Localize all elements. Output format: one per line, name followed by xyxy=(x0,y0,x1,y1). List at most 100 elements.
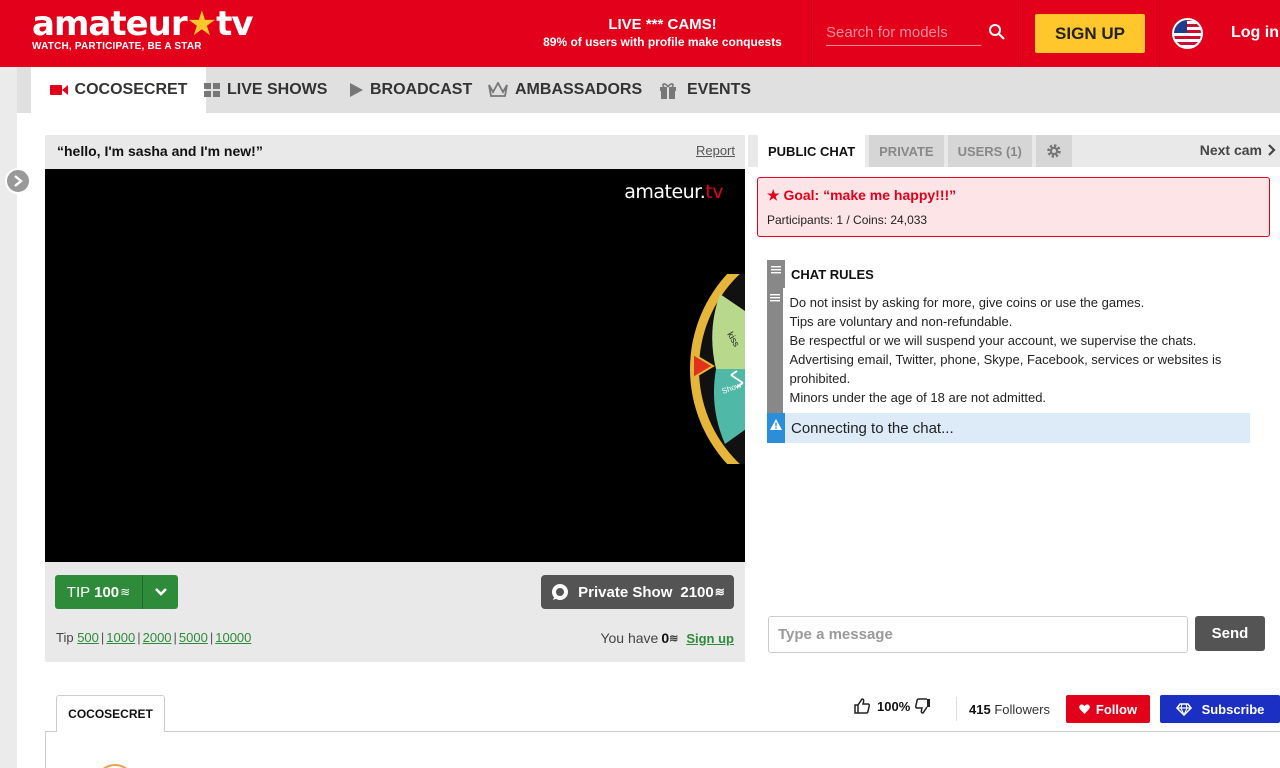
thumbs-up-icon[interactable] xyxy=(853,697,871,715)
chat-rules-title: CHAT RULES xyxy=(791,266,874,282)
chat-tabs: PUBLIC CHAT PRIVATE USERS (1) xyxy=(758,135,1076,167)
followers-number: 415 xyxy=(969,702,991,717)
nav-label: LIVE SHOWS xyxy=(227,81,328,98)
nav-tab-events[interactable]: EVENTS xyxy=(659,67,751,113)
private-show-price: 2100 xyxy=(680,583,714,601)
video-watermark: amateur.tv xyxy=(624,181,723,203)
rule-line: Advertising email, Twitter, phone, Skype… xyxy=(789,352,1222,386)
quick-tip-1000[interactable]: 1000 xyxy=(106,630,135,645)
rating-block: 100% xyxy=(853,697,932,715)
next-cam-link[interactable]: Next cam xyxy=(1200,142,1278,158)
subscribe-label: Subscribe xyxy=(1201,701,1265,717)
login-link[interactable]: Log in xyxy=(1231,24,1279,42)
nav-label: EVENTS xyxy=(687,81,752,98)
prize-wheel[interactable]: kiss Show xyxy=(685,274,745,464)
connecting-notice: Connecting to the chat... xyxy=(767,413,1250,443)
goal-stats: Participants: 1 / Coins: 24,033 xyxy=(767,213,928,227)
tip-label: TIP xyxy=(66,583,91,601)
video-player[interactable]: amateur.tv kiss Show xyxy=(45,169,745,562)
player-panel: “hello, I'm sasha and I'm new!” Report a… xyxy=(45,135,745,662)
send-button[interactable]: Send xyxy=(1195,616,1265,651)
quick-tip-5000[interactable]: 5000 xyxy=(179,630,208,645)
quick-tip-10000[interactable]: 10000 xyxy=(215,630,251,645)
profile-tab[interactable]: COCOSECRET xyxy=(56,695,165,732)
tab-users[interactable]: USERS (1) xyxy=(947,135,1032,167)
stream-title: “hello, I'm sasha and I'm new!” xyxy=(57,143,263,159)
stats-divider xyxy=(956,697,957,721)
crown-icon xyxy=(488,82,508,98)
search-icon[interactable] xyxy=(988,23,1006,41)
tip-dropdown-button[interactable] xyxy=(142,575,178,609)
nav-tab-cocosecret[interactable]: COCOSECRET xyxy=(31,67,206,113)
followers-count: 415 Followers xyxy=(969,702,1050,717)
rule-line: Tips are voluntary and non-refundable. xyxy=(789,314,1013,329)
subscribe-button[interactable]: Subscribe xyxy=(1160,695,1280,723)
promo-subtitle: 89% of users with profile make conquests xyxy=(543,35,782,49)
grid-icon xyxy=(204,83,220,97)
list-icon xyxy=(767,288,784,413)
quick-tip-2000[interactable]: 2000 xyxy=(143,630,172,645)
site-logo[interactable]: amateur★tv WATCH, PARTICIPATE, BE A STAR xyxy=(32,4,254,52)
nav-label: BROADCAST xyxy=(370,81,473,98)
nav-tab-broadcast[interactable]: BROADCAST xyxy=(350,67,472,113)
left-gutter xyxy=(0,113,17,768)
sidebar-toggle-button[interactable] xyxy=(5,168,31,194)
coin-balance-value: 0 xyxy=(661,630,670,646)
heart-icon xyxy=(1079,704,1090,714)
chat-messages-area: ★ Goal: “make me happy!!!” Participants:… xyxy=(748,167,1280,662)
coin-icon: ≋ xyxy=(669,632,679,645)
chat-panel: PUBLIC CHAT PRIVATE USERS (1) Next cam ★… xyxy=(748,135,1280,662)
tab-private[interactable]: PRIVATE xyxy=(869,135,944,167)
goal-title: ★ Goal: “make me happy!!!” xyxy=(767,187,957,203)
chat-rules-text: Do not insist by asking for more, give c… xyxy=(783,288,1250,413)
top-header: amateur★tv WATCH, PARTICIPATE, BE A STAR… xyxy=(0,0,1280,67)
tip-button[interactable]: TIP 100 ≋ xyxy=(55,575,142,609)
coin-balance: You have 0 ≋ Sign up xyxy=(600,630,734,646)
signup-button[interactable]: SIGN UP xyxy=(1035,14,1145,53)
coin-icon: ≋ xyxy=(714,585,725,599)
logo-text: amateur★tv xyxy=(32,4,254,44)
search-box xyxy=(811,0,1021,67)
goal-box: ★ Goal: “make me happy!!!” Participants:… xyxy=(757,177,1270,237)
chat-settings-button[interactable] xyxy=(1035,135,1072,167)
report-link[interactable]: Report xyxy=(696,143,735,158)
private-show-label: Private Show xyxy=(578,583,673,601)
promo-banner[interactable]: LIVE *** CAMS! 89% of users with profile… xyxy=(520,16,805,49)
camera-icon xyxy=(49,84,68,96)
follow-label: Follow xyxy=(1095,701,1138,717)
header-divider xyxy=(1159,0,1160,67)
signup-link[interactable]: Sign up xyxy=(686,631,734,646)
gear-icon xyxy=(1047,144,1061,158)
promo-title: LIVE *** CAMS! xyxy=(608,16,717,33)
chevron-down-icon xyxy=(154,588,167,596)
list-icon xyxy=(767,260,785,288)
chevron-right-icon xyxy=(1268,144,1276,156)
chat-message-input[interactable] xyxy=(768,616,1188,653)
tip-amount: 100 xyxy=(94,583,120,601)
rule-line: Minors under the age of 18 are not admit… xyxy=(789,390,1047,405)
profile-panel xyxy=(45,731,1280,768)
thumbs-down-icon[interactable] xyxy=(914,697,932,715)
rule-line: Do not insist by asking for more, give c… xyxy=(789,295,1145,310)
chevron-right-icon xyxy=(14,175,23,187)
followers-label: Followers xyxy=(994,702,1050,717)
nav-tab-ambassadors[interactable]: AMBASSADORS xyxy=(488,67,642,113)
private-show-button[interactable]: Private Show 2100 ≋ xyxy=(541,575,734,609)
search-input[interactable] xyxy=(826,20,981,46)
tab-public-chat[interactable]: PUBLIC CHAT xyxy=(758,135,866,167)
gift-icon xyxy=(659,82,677,99)
connecting-text: Connecting to the chat... xyxy=(791,419,954,437)
us-flag-icon[interactable] xyxy=(1172,18,1203,49)
nav-tab-live-shows[interactable]: LIVE SHOWS xyxy=(204,67,327,113)
quick-tip-500[interactable]: 500 xyxy=(77,630,99,645)
next-cam-label: Next cam xyxy=(1199,142,1262,158)
chat-rules: CHAT RULES Do not insist by asking for m… xyxy=(767,260,1250,443)
chat-rules-header: CHAT RULES xyxy=(767,260,1250,288)
watermark-tv: tv xyxy=(705,181,723,203)
follow-button[interactable]: Follow xyxy=(1066,695,1150,723)
play-icon xyxy=(350,83,363,97)
warning-icon xyxy=(767,413,785,443)
tip-prefix: Tip xyxy=(56,630,74,645)
coin-icon: ≋ xyxy=(120,585,131,599)
nav-label: COCOSECRET xyxy=(74,81,188,98)
